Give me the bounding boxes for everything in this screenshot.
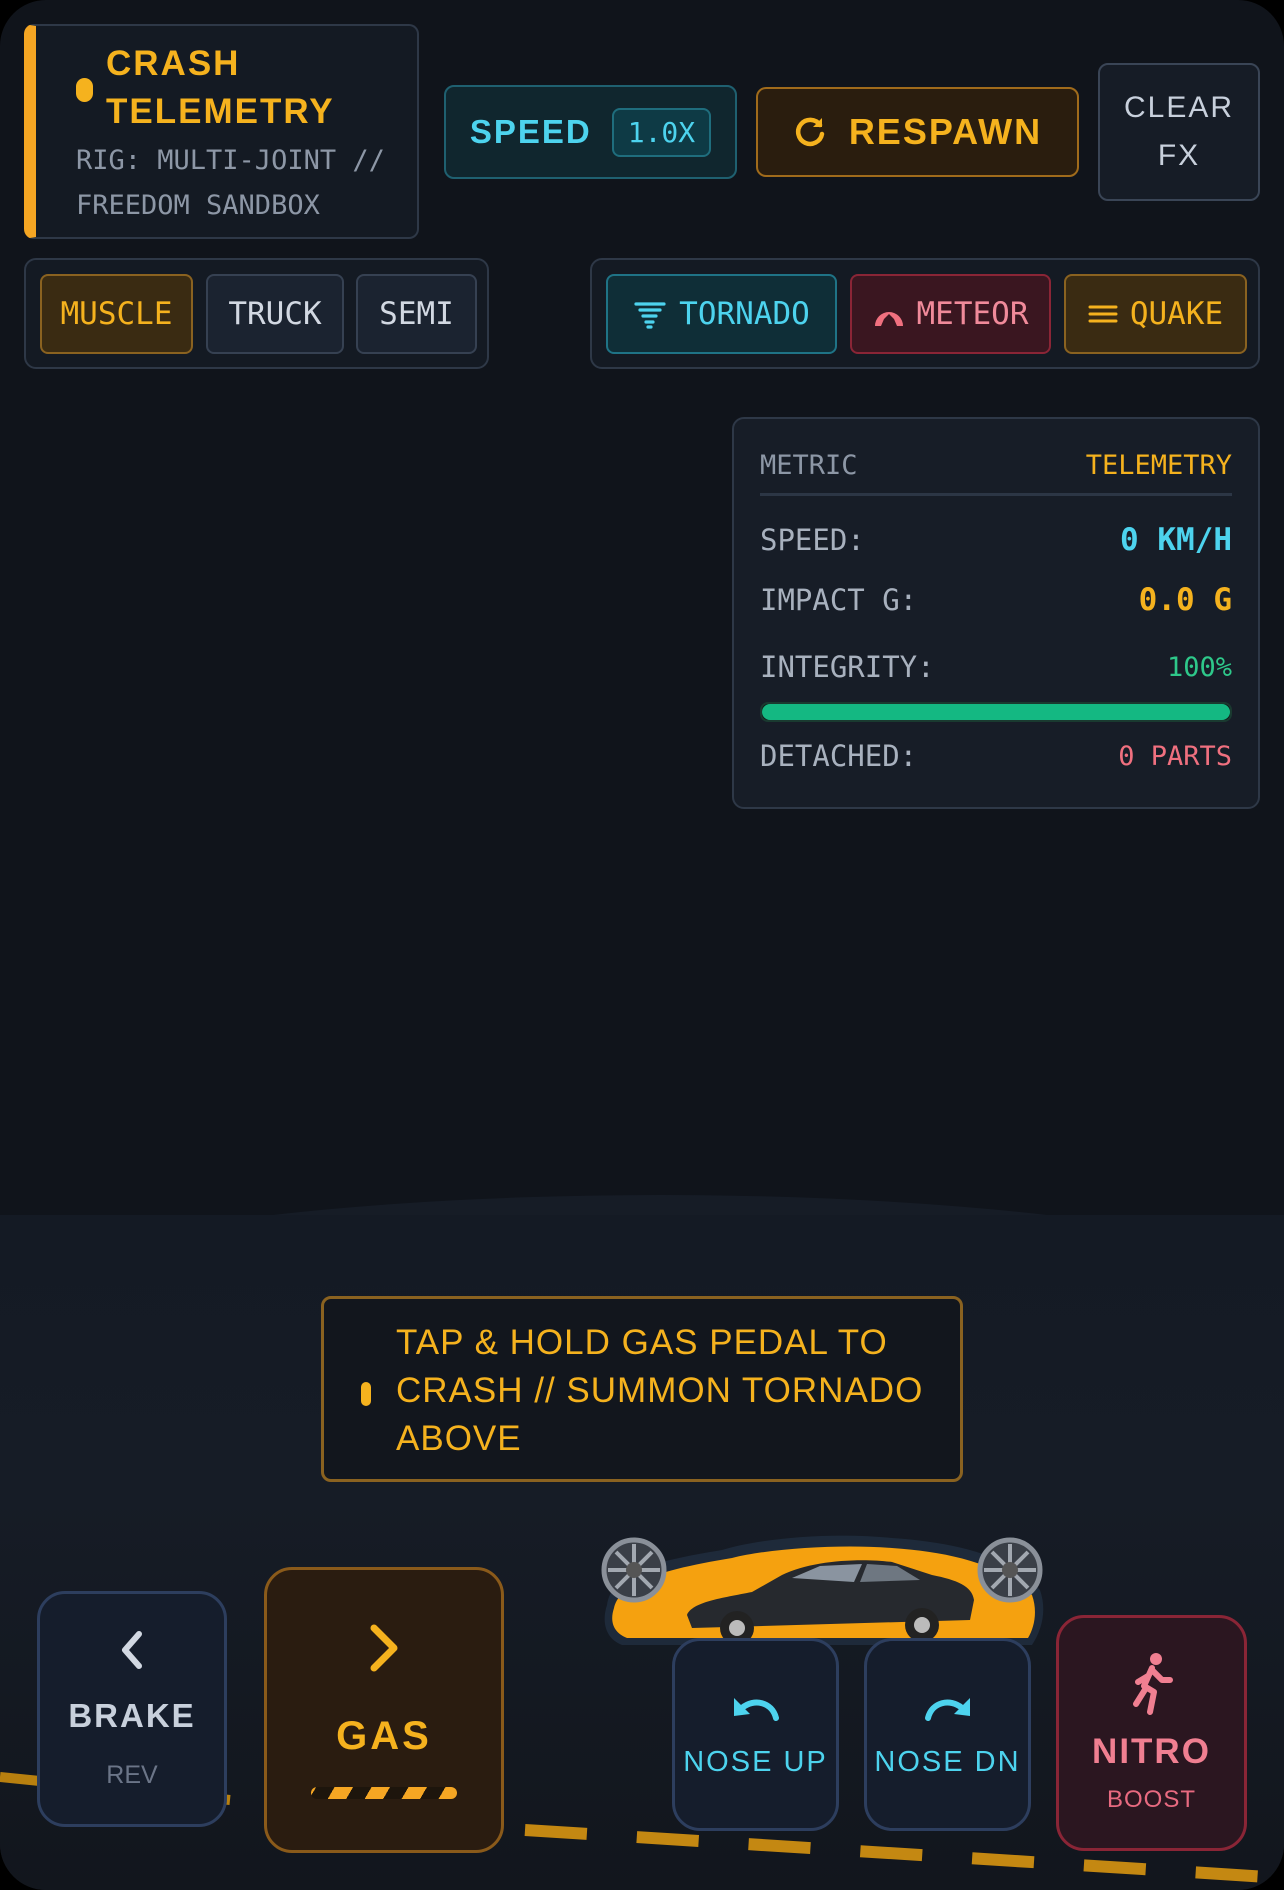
quake-label: QUAKE [1129,296,1224,332]
quake-icon [1088,305,1118,323]
telemetry-panel: METRIC TELEMETRY SPEED: 0 KM/H IMPACT G:… [732,417,1260,809]
speed-multiplier-badge: 1.0X [611,107,712,157]
integrity-bar [760,702,1232,722]
detached-readout: 0 PARTS [1118,740,1232,772]
telemetry-column-header: TELEMETRY [1085,449,1232,481]
brake-label: BRAKE [68,1696,196,1734]
meteor-icon [874,312,903,326]
telemetry-row-impact: IMPACT G: 0.0 G [760,575,1232,625]
vehicle-muscle-label: MUSCLE [60,296,173,332]
tornado-icon [634,302,666,329]
tornado-label: TORNADO [679,296,810,332]
impact-readout: 0.0 G [1138,582,1232,618]
nitro-sublabel: BOOST [1106,1786,1196,1813]
vehicle-semi-button[interactable]: SEMI [356,274,477,354]
page-title: CRASH TELEMETRY [106,44,335,131]
nose-down-button[interactable]: NOSE DN [864,1638,1031,1831]
rig-subtitle: RIG: MULTI-JOINT // FREEDOM SANDBOX [76,145,385,221]
refresh-icon [795,117,825,147]
gas-hazard-stripe [311,1786,457,1799]
integrity-bar-fill [762,704,1230,720]
nitro-boost-button[interactable]: NITRO BOOST [1056,1615,1247,1851]
clear-fx-label-line2: FX [1157,139,1201,172]
hint-dot [361,1382,371,1406]
vehicle-truck-button[interactable]: TRUCK [206,274,344,354]
clear-fx-button[interactable]: CLEAR FX [1098,63,1260,201]
meteor-label: METEOR [916,296,1029,332]
integrity-readout: 100% [1166,651,1232,683]
integrity-key: INTEGRITY: [760,650,935,684]
respawn-button[interactable]: RESPAWN [756,87,1079,177]
hint-banner: TAP & HOLD GAS PEDAL TO CRASH // SUMMON … [321,1296,963,1482]
speed-button[interactable]: SPEED 1.0X [444,85,737,179]
telemetry-row-detached: DETACHED: 0 PARTS [760,731,1232,781]
rotate-ccw-icon [733,1698,779,1721]
nose-down-label: NOSE DN [874,1746,1021,1778]
gas-pedal-button[interactable]: GAS [264,1567,504,1853]
telemetry-row-speed: SPEED: 0 KM/H [760,515,1232,565]
status-dot [76,78,93,102]
speed-label: SPEED [469,113,592,150]
nose-up-label: NOSE UP [683,1746,828,1778]
chevron-left-icon [122,1630,142,1669]
telemetry-row-integrity: INTEGRITY: 100% [760,642,1232,692]
speed-readout: 0 KM/H [1120,522,1232,558]
chevron-right-icon [370,1624,398,1671]
speed-key: SPEED: [760,523,865,557]
meteor-button[interactable]: METEOR [850,274,1051,354]
respawn-label: RESPAWN [848,111,1043,152]
title-panel: CRASH TELEMETRY RIG: MULTI-JOINT // FREE… [24,24,419,239]
vehicle-truck-label: TRUCK [228,296,322,332]
metric-column-header: METRIC [760,449,858,481]
hint-text: TAP & HOLD GAS PEDAL TO CRASH // SUMMON … [396,1323,924,1458]
vehicle-semi-label: SEMI [379,296,454,332]
quake-button[interactable]: QUAKE [1064,274,1247,354]
brake-sublabel: REV [106,1760,158,1789]
telemetry-header: METRIC TELEMETRY [760,437,1232,496]
detached-key: DETACHED: [760,739,918,773]
rotate-cw-icon [924,1698,970,1721]
brake-button[interactable]: BRAKE REV [37,1591,227,1827]
clear-fx-label-line1: CLEAR [1123,91,1235,124]
hazard-selector: TORNADO METEOR QUAKE [590,258,1260,369]
game-screen: CRASH TELEMETRY RIG: MULTI-JOINT // FREE… [0,0,1284,1890]
tornado-button[interactable]: TORNADO [606,274,837,354]
nitro-label: NITRO [1092,1732,1211,1771]
vehicle-muscle-button[interactable]: MUSCLE [40,274,193,354]
vehicle-selector: MUSCLE TRUCK SEMI [24,258,489,369]
nose-up-button[interactable]: NOSE UP [672,1638,839,1831]
running-person-icon [1132,1653,1173,1715]
gas-label: GAS [336,1713,432,1758]
impact-key: IMPACT G: [760,583,918,617]
